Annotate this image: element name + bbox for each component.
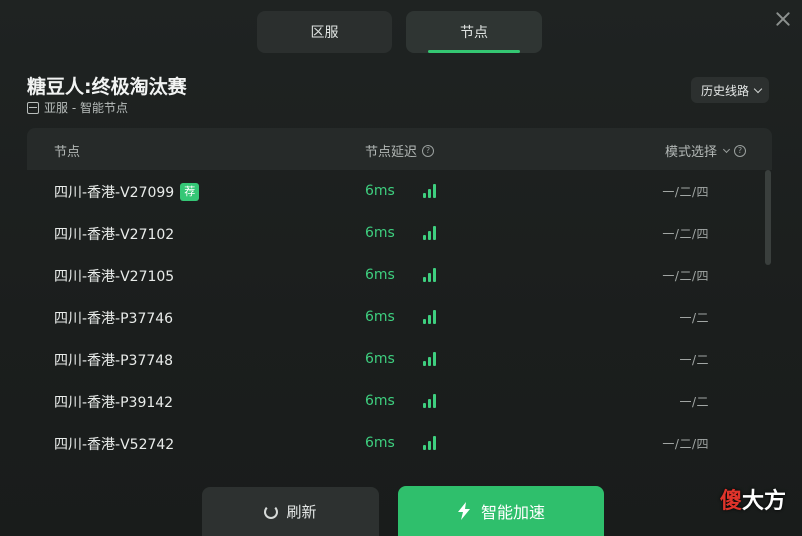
header-mode[interactable]: 模式选择 ? — [665, 141, 746, 160]
active-tab-indicator — [428, 50, 520, 53]
signal-icon — [423, 394, 437, 408]
latency-value: 6ms — [365, 309, 395, 325]
mode-options: 一/二/四 — [662, 437, 709, 451]
latency-value: 6ms — [365, 267, 395, 283]
tab-region-label: 区服 — [310, 25, 339, 41]
mode-options: 一/二 — [679, 311, 709, 325]
header-node: 节点 — [54, 141, 80, 160]
table-header: 节点 节点延迟 ? 模式选择 ? — [27, 128, 772, 170]
help-icon[interactable]: ? — [422, 144, 435, 157]
tab-node[interactable]: 节点 — [406, 11, 542, 53]
latency-value: 6ms — [365, 393, 395, 409]
latency-value: 6ms — [365, 225, 395, 241]
table-row[interactable]: 四川-香港-P37746 6ms 一/二 — [27, 296, 759, 338]
mode-options: 一/二/四 — [662, 185, 709, 199]
watermark-first: 傻 — [719, 489, 742, 514]
game-title: 糖豆人:终极淘汰赛 — [27, 76, 187, 98]
signal-icon — [423, 226, 437, 240]
latency-value: 6ms — [365, 435, 395, 451]
table-row[interactable]: 四川-香港-V27099 荐 6ms 一/二/四 — [27, 170, 759, 212]
table-row[interactable]: 四川-香港-V52742 6ms 一/二/四 — [27, 422, 759, 464]
node-name-text: 四川-香港-V27105 — [54, 269, 175, 285]
history-route-label: 历史线路 — [700, 83, 749, 98]
header-delay: 节点延迟 ? — [365, 141, 435, 160]
recommended-badge: 荐 — [180, 183, 200, 201]
chevron-down-icon[interactable] — [722, 145, 731, 153]
node-name: 四川-香港-P37746 — [54, 308, 173, 328]
header-delay-label: 节点延迟 — [365, 145, 418, 160]
node-name: 四川-香港-V27102 — [54, 224, 174, 244]
tab-node-label: 节点 — [460, 25, 488, 41]
refresh-label: 刷新 — [286, 503, 317, 521]
table-row[interactable]: 四川-香港-V27102 6ms 一/二/四 — [27, 212, 759, 254]
signal-icon — [423, 310, 437, 324]
mode-options: 一/二/四 — [662, 227, 709, 241]
node-name: 四川-香港-P39142 — [54, 392, 173, 412]
server-subtitle: 亚服 - 智能节点 — [27, 99, 128, 116]
smart-accelerate-button[interactable]: 智能加速 — [398, 486, 604, 536]
node-name-text: 四川-香港-V27099 — [54, 185, 175, 201]
watermark: 傻大方 — [720, 483, 786, 515]
latency-value: 6ms — [365, 351, 395, 367]
mode-options: 一/二/四 — [662, 269, 709, 283]
table-row[interactable]: 四川-香港-V27105 6ms 一/二/四 — [27, 254, 759, 296]
tab-region[interactable]: 区服 — [257, 11, 392, 53]
node-name: 四川-香港-P37748 — [54, 350, 173, 370]
node-name-text: 四川-香港-V27102 — [54, 227, 175, 243]
node-name-text: 四川-香港-P39142 — [54, 395, 174, 411]
table-row[interactable]: 四川-香港-P37748 6ms 一/二 — [27, 338, 759, 380]
watermark-rest: 大方 — [741, 489, 786, 514]
chevron-down-icon — [753, 84, 763, 93]
history-route-button[interactable]: 历史线路 — [690, 77, 769, 103]
signal-icon — [423, 436, 437, 450]
node-list: 四川-香港-V27099 荐 6ms 一/二/四 四川-香港-V27102 6m… — [27, 170, 772, 465]
server-icon — [27, 101, 39, 114]
signal-icon — [423, 184, 437, 198]
latency-value: 6ms — [365, 183, 395, 199]
node-name: 四川-香港-V27099 荐 — [54, 182, 200, 202]
signal-icon — [423, 352, 437, 366]
help-icon[interactable]: ? — [734, 144, 746, 157]
node-name: 四川-香港-V52742 — [54, 434, 174, 454]
node-name: 四川-香港-V27105 — [54, 266, 174, 286]
node-name-text: 四川-香港-P37746 — [54, 311, 174, 327]
server-subtitle-text: 亚服 - 智能节点 — [44, 101, 128, 115]
close-icon[interactable] — [774, 10, 792, 28]
header-node-label: 节点 — [54, 145, 81, 160]
refresh-button[interactable]: 刷新 — [202, 487, 379, 536]
bolt-icon — [457, 502, 471, 520]
node-selection-panel: 区服 节点 糖豆人:终极淘汰赛 亚服 - 智能节点 历史线路 节点 节点延迟 ?… — [0, 0, 802, 536]
accelerate-label: 智能加速 — [480, 503, 545, 522]
mode-options: 一/二 — [679, 395, 709, 409]
signal-icon — [423, 268, 437, 282]
scrollbar[interactable] — [765, 170, 771, 265]
refresh-icon — [264, 504, 279, 519]
table-row[interactable]: 四川-香港-P39142 6ms 一/二 — [27, 380, 759, 422]
node-name-text: 四川-香港-V52742 — [54, 437, 175, 453]
header-mode-label: 模式选择 — [664, 145, 717, 160]
node-name-text: 四川-香港-P37748 — [54, 353, 174, 369]
mode-options: 一/二 — [679, 353, 709, 367]
